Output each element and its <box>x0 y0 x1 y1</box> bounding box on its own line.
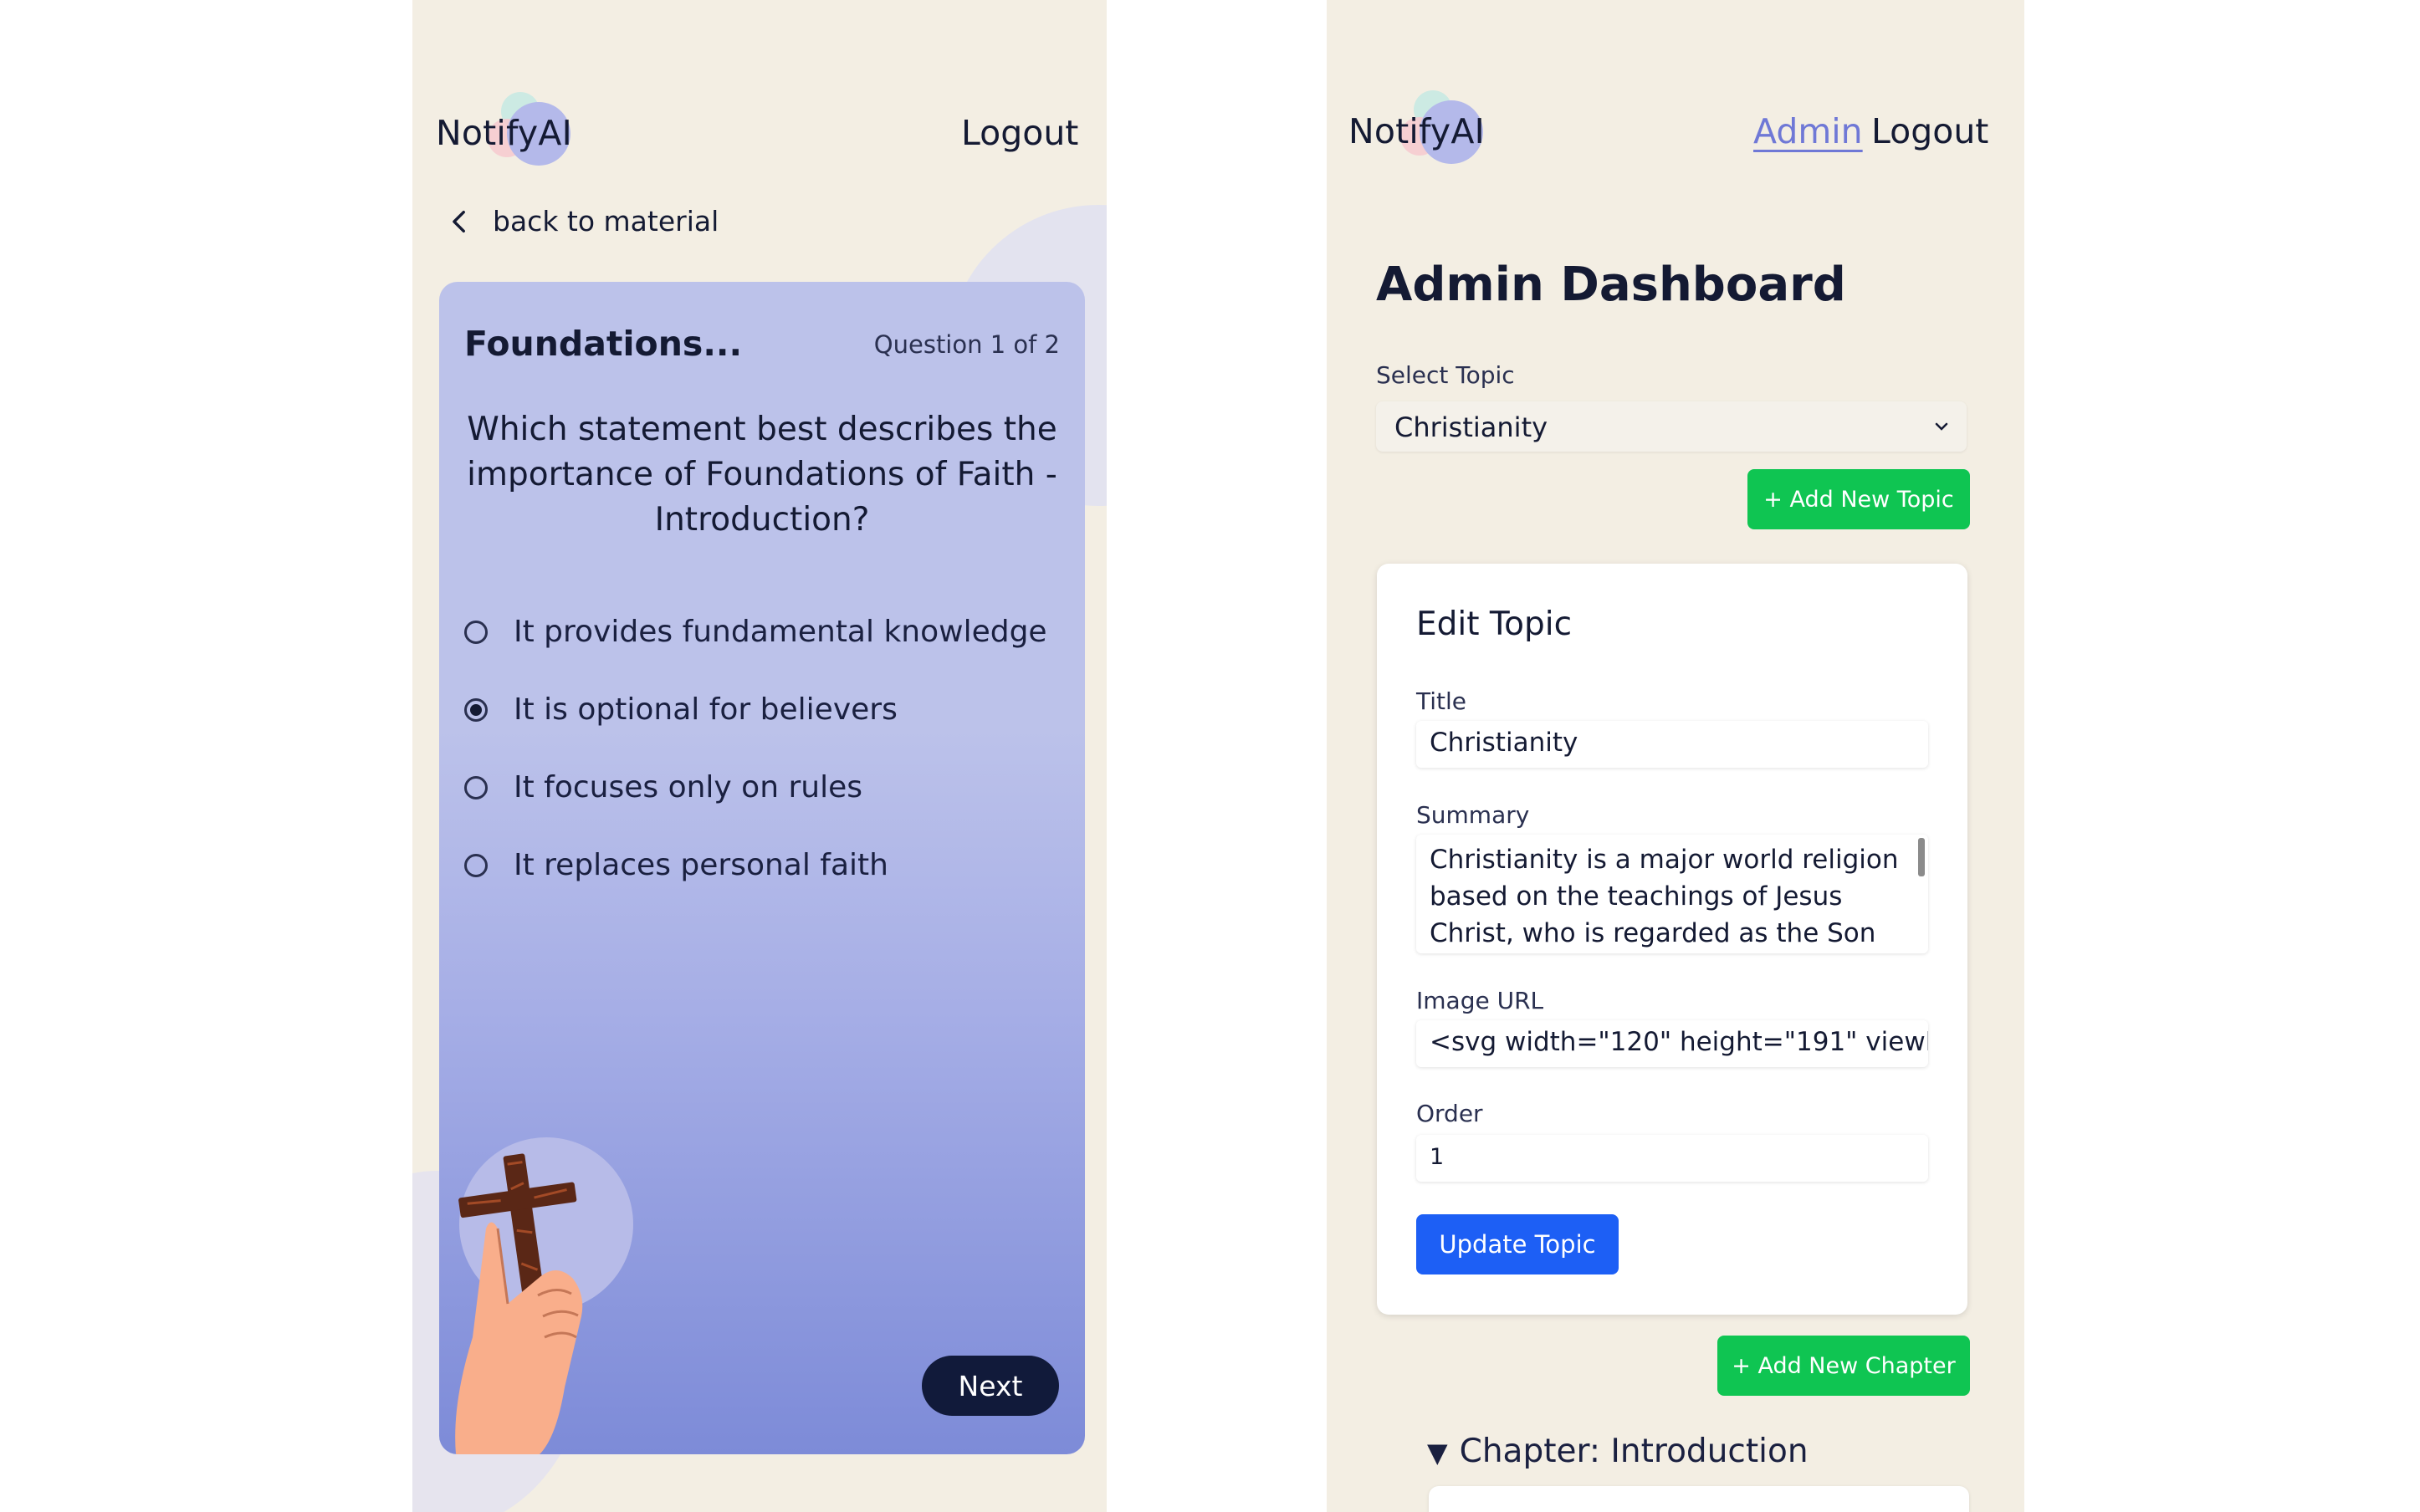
order-value: 1 <box>1430 1144 1445 1170</box>
logout-link[interactable]: Logout <box>961 113 1078 153</box>
brand-name: NotifyAI <box>1348 111 1485 151</box>
brand-logo[interactable]: NotifyAI <box>1348 90 1485 166</box>
chevron-down-icon <box>1935 422 1948 431</box>
edit-topic-title: Edit Topic <box>1416 605 1573 643</box>
answer-option[interactable]: It focuses only on rules <box>464 748 1047 826</box>
title-field[interactable]: Christianity <box>1416 721 1928 768</box>
order-label: Order <box>1416 1100 1483 1127</box>
radio-button[interactable] <box>464 620 488 644</box>
question-text: Which statement best describes the impor… <box>467 411 1057 539</box>
option-label: It is optional for believers <box>514 692 898 727</box>
update-topic-button[interactable]: Update Topic <box>1416 1214 1619 1274</box>
hand-holding-cross-icon <box>455 1137 633 1454</box>
triangle-down-icon: ▼ <box>1427 1437 1448 1469</box>
admin-link[interactable]: Admin <box>1753 111 1863 151</box>
summary-value: Christianity is a major world religion b… <box>1430 845 1899 948</box>
order-field[interactable]: 1 <box>1416 1135 1928 1182</box>
brand-logo[interactable]: NotifyAI <box>436 92 572 167</box>
selected-topic: Christianity <box>1394 411 1548 443</box>
answer-option[interactable]: It is optional for believers <box>464 671 1047 748</box>
option-label: It replaces personal faith <box>514 848 888 882</box>
add-new-chapter-button[interactable]: + Add New Chapter <box>1717 1336 1970 1396</box>
quiz-title: Foundations... <box>464 324 743 364</box>
summary-textarea[interactable]: Christianity is a major world religion b… <box>1416 835 1928 953</box>
brand-name: NotifyAI <box>436 113 572 153</box>
select-topic-label: Select Topic <box>1376 361 1515 389</box>
answer-option[interactable]: It provides fundamental knowledge <box>464 593 1047 671</box>
topic-select[interactable]: Christianity <box>1376 401 1967 452</box>
summary-label: Summary <box>1416 801 1530 829</box>
scrollbar[interactable] <box>1918 838 1925 876</box>
image-url-value: <svg width="120" height="191" viewBox= <box>1430 1027 1928 1057</box>
radio-button[interactable] <box>464 775 488 799</box>
option-label: It provides fundamental knowledge <box>514 615 1047 649</box>
add-new-topic-button[interactable]: + Add New Topic <box>1747 469 1970 529</box>
chevron-left-icon <box>453 210 465 232</box>
answer-option[interactable]: It replaces personal faith <box>464 826 1047 904</box>
radio-button[interactable] <box>464 853 488 877</box>
back-link-label: back to material <box>493 205 719 238</box>
question-counter: Question 1 of 2 <box>873 330 1060 359</box>
quiz-screen: NotifyAI Logout back to material Foundat… <box>412 0 1107 1512</box>
page-title: Admin Dashboard <box>1376 258 1846 312</box>
image-url-label: Image URL <box>1416 987 1544 1014</box>
quiz-card: Foundations... Question 1 of 2 Which sta… <box>439 282 1085 1454</box>
admin-screen: NotifyAI Admin Logout Admin Dashboard Se… <box>1327 0 2024 1512</box>
back-to-material-link[interactable]: back to material <box>446 205 719 238</box>
answer-options: It provides fundamental knowledge It is … <box>464 593 1047 904</box>
next-button[interactable]: Next <box>922 1356 1059 1416</box>
radio-button-selected[interactable] <box>464 697 488 722</box>
logout-link[interactable]: Logout <box>1871 111 1988 151</box>
edit-topic-card: Edit Topic Title Christianity Summary Ch… <box>1377 564 1967 1315</box>
chapter-title: Chapter: Introduction <box>1459 1433 1809 1470</box>
image-url-field[interactable]: <svg width="120" height="191" viewBox= <box>1416 1020 1928 1067</box>
chapter-toggle[interactable]: ▼ Chapter: Introduction <box>1427 1433 1809 1470</box>
option-label: It focuses only on rules <box>514 770 862 805</box>
title-value: Christianity <box>1430 728 1578 758</box>
chapter-card <box>1429 1486 1969 1512</box>
title-label: Title <box>1416 687 1467 715</box>
